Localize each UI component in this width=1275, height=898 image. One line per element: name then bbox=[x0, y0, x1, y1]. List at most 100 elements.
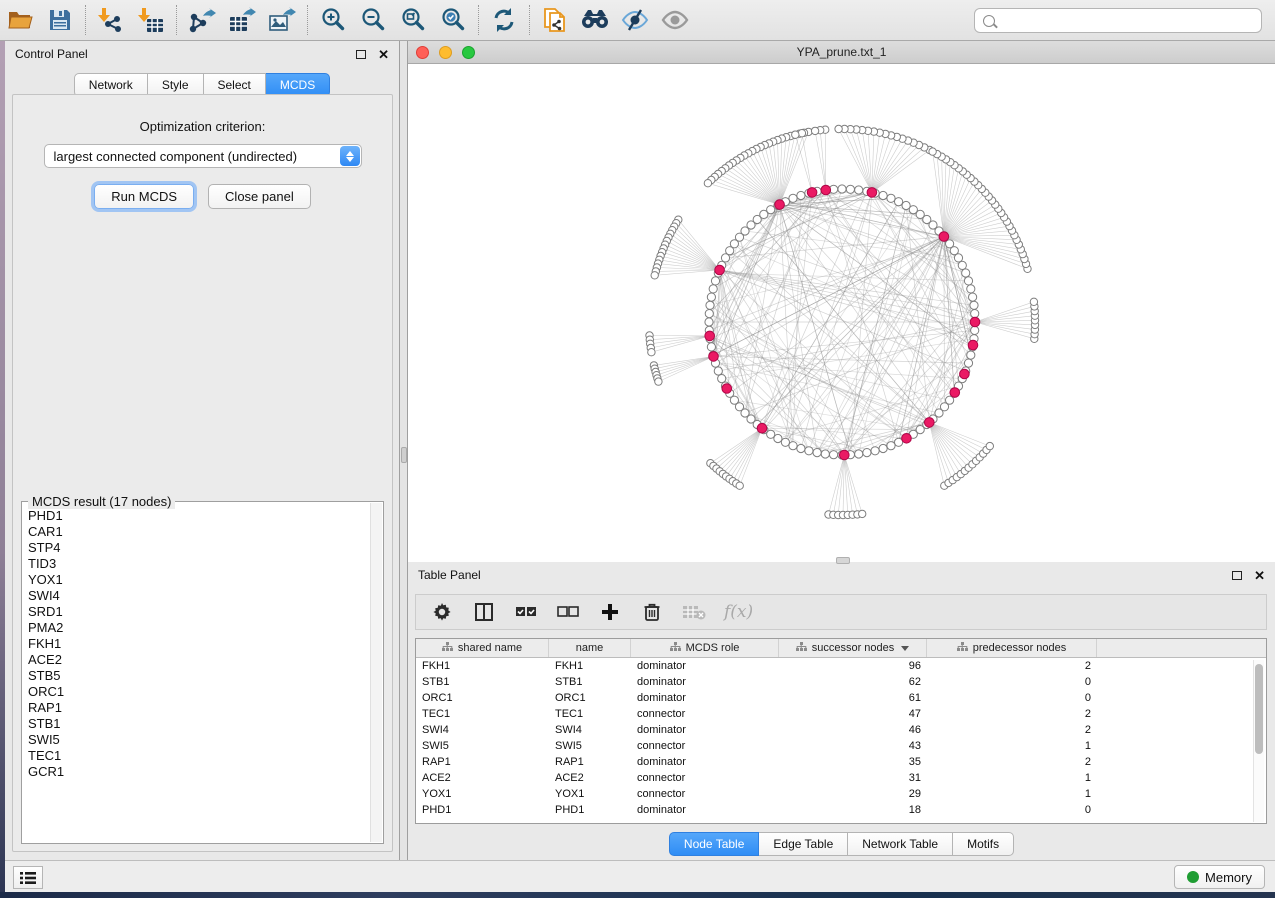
ring-node[interactable] bbox=[971, 326, 979, 334]
ring-node[interactable] bbox=[970, 301, 978, 309]
zoom-out-icon[interactable] bbox=[353, 2, 393, 38]
delete-column-icon[interactable] bbox=[640, 600, 664, 624]
search-input[interactable] bbox=[1001, 14, 1253, 28]
zoom-selected-icon[interactable] bbox=[433, 2, 473, 38]
mcds-hub-node[interactable] bbox=[867, 188, 877, 198]
ring-node[interactable] bbox=[711, 277, 719, 285]
vertical-splitter[interactable] bbox=[400, 41, 408, 860]
ring-node[interactable] bbox=[879, 191, 887, 199]
refresh-layout-icon[interactable] bbox=[484, 2, 524, 38]
ring-node[interactable] bbox=[838, 185, 846, 193]
tab-network-table[interactable]: Network Table bbox=[848, 832, 953, 856]
table-row[interactable]: FKH1FKH1dominator962 bbox=[416, 658, 1266, 674]
tab-motifs[interactable]: Motifs bbox=[953, 832, 1014, 856]
ring-node[interactable] bbox=[830, 451, 838, 459]
ring-node[interactable] bbox=[721, 254, 729, 262]
leaf-node[interactable] bbox=[704, 180, 711, 187]
mcds-hub-node[interactable] bbox=[840, 450, 850, 460]
split-columns-icon[interactable] bbox=[472, 600, 496, 624]
ring-node[interactable] bbox=[967, 351, 975, 359]
ring-node[interactable] bbox=[846, 185, 854, 193]
open-file-icon[interactable] bbox=[0, 2, 40, 38]
leaf-node[interactable] bbox=[1030, 298, 1037, 305]
mcds-result-item[interactable]: SWI5 bbox=[28, 732, 369, 748]
ring-node[interactable] bbox=[887, 194, 895, 202]
mcds-result-item[interactable]: FKH1 bbox=[28, 636, 369, 652]
mcds-hub-node[interactable] bbox=[807, 188, 817, 198]
ring-node[interactable] bbox=[714, 367, 722, 375]
hide-graphics-details-icon[interactable] bbox=[615, 2, 655, 38]
ring-node[interactable] bbox=[781, 438, 789, 446]
mcds-result-item[interactable]: STP4 bbox=[28, 540, 369, 556]
leaf-node[interactable] bbox=[736, 482, 743, 489]
mcds-hub-node[interactable] bbox=[925, 418, 935, 428]
tab-node-table[interactable]: Node Table bbox=[669, 832, 760, 856]
column-header-name[interactable]: name bbox=[549, 639, 631, 657]
column-header-predecessor-nodes[interactable]: predecessor nodes bbox=[927, 639, 1097, 657]
mcds-result-item[interactable]: SRD1 bbox=[28, 604, 369, 620]
column-header-MCDS-role[interactable]: MCDS role bbox=[631, 639, 779, 657]
table-row[interactable]: ORC1ORC1dominator610 bbox=[416, 690, 1266, 706]
mcds-result-item[interactable]: CAR1 bbox=[28, 524, 369, 540]
column-header-successor-nodes[interactable]: successor nodes bbox=[779, 639, 927, 657]
mcds-result-item[interactable]: PHD1 bbox=[28, 508, 369, 524]
mcds-result-item[interactable]: YOX1 bbox=[28, 572, 369, 588]
ring-node[interactable] bbox=[879, 444, 887, 452]
ring-node[interactable] bbox=[958, 261, 966, 269]
mcds-hub-node[interactable] bbox=[970, 317, 980, 327]
export-table-icon[interactable] bbox=[222, 2, 262, 38]
table-scrollbar[interactable] bbox=[1253, 660, 1264, 822]
mcds-result-item[interactable]: RAP1 bbox=[28, 700, 369, 716]
float-window-icon[interactable] bbox=[1232, 571, 1242, 580]
zoom-in-icon[interactable] bbox=[313, 2, 353, 38]
criterion-dropdown[interactable]: largest connected component (undirected) bbox=[44, 144, 362, 168]
mcds-result-item[interactable]: SWI4 bbox=[28, 588, 369, 604]
mcds-result-item[interactable]: PMA2 bbox=[28, 620, 369, 636]
network-canvas[interactable] bbox=[408, 64, 1275, 562]
mcds-hub-node[interactable] bbox=[950, 388, 960, 398]
splitter-handle[interactable] bbox=[401, 447, 407, 463]
leaf-node[interactable] bbox=[835, 125, 842, 132]
ring-node[interactable] bbox=[705, 310, 713, 318]
toolbar-search[interactable] bbox=[974, 8, 1262, 33]
clone-network-icon[interactable] bbox=[535, 2, 575, 38]
zoom-fit-icon[interactable] bbox=[393, 2, 433, 38]
ring-node[interactable] bbox=[709, 285, 717, 293]
ring-node[interactable] bbox=[962, 269, 970, 277]
table-row[interactable]: SWI4SWI4dominator462 bbox=[416, 722, 1266, 738]
mcds-result-list[interactable]: PHD1CAR1STP4TID3YOX1SWI4SRD1PMA2FKH1ACE2… bbox=[28, 508, 369, 841]
ring-node[interactable] bbox=[789, 194, 797, 202]
ring-node[interactable] bbox=[774, 434, 782, 442]
mcds-hub-node[interactable] bbox=[775, 200, 785, 210]
leaf-node[interactable] bbox=[792, 131, 799, 138]
memory-button[interactable]: Memory bbox=[1174, 865, 1265, 889]
mcds-hub-node[interactable] bbox=[821, 185, 831, 195]
result-scrollbar[interactable] bbox=[370, 503, 382, 842]
ring-node[interactable] bbox=[718, 375, 726, 383]
gear-icon[interactable] bbox=[430, 600, 454, 624]
ring-node[interactable] bbox=[971, 310, 979, 318]
leaf-node[interactable] bbox=[651, 272, 658, 279]
table-row[interactable]: RAP1RAP1dominator352 bbox=[416, 754, 1266, 770]
ring-node[interactable] bbox=[902, 201, 910, 209]
close-panel-button[interactable]: Close panel bbox=[208, 184, 311, 209]
ring-node[interactable] bbox=[813, 449, 821, 457]
import-table-icon[interactable] bbox=[131, 2, 171, 38]
ring-node[interactable] bbox=[969, 293, 977, 301]
network-graph[interactable] bbox=[408, 64, 1275, 562]
leaf-node[interactable] bbox=[929, 148, 936, 155]
column-header-shared-name[interactable]: shared name bbox=[416, 639, 549, 657]
ring-node[interactable] bbox=[707, 343, 715, 351]
leaf-node[interactable] bbox=[648, 349, 655, 356]
ring-node[interactable] bbox=[967, 285, 975, 293]
ring-node[interactable] bbox=[964, 359, 972, 367]
mcds-hub-node[interactable] bbox=[715, 265, 725, 275]
table-row[interactable]: YOX1YOX1connector291 bbox=[416, 786, 1266, 802]
ring-node[interactable] bbox=[789, 442, 797, 450]
horizontal-splitter-handle[interactable] bbox=[836, 557, 850, 564]
select-all-icon[interactable] bbox=[514, 600, 538, 624]
leaf-node[interactable] bbox=[811, 127, 818, 134]
add-column-icon[interactable] bbox=[598, 600, 622, 624]
task-history-button[interactable] bbox=[13, 866, 43, 889]
table-row[interactable]: TEC1TEC1connector472 bbox=[416, 706, 1266, 722]
